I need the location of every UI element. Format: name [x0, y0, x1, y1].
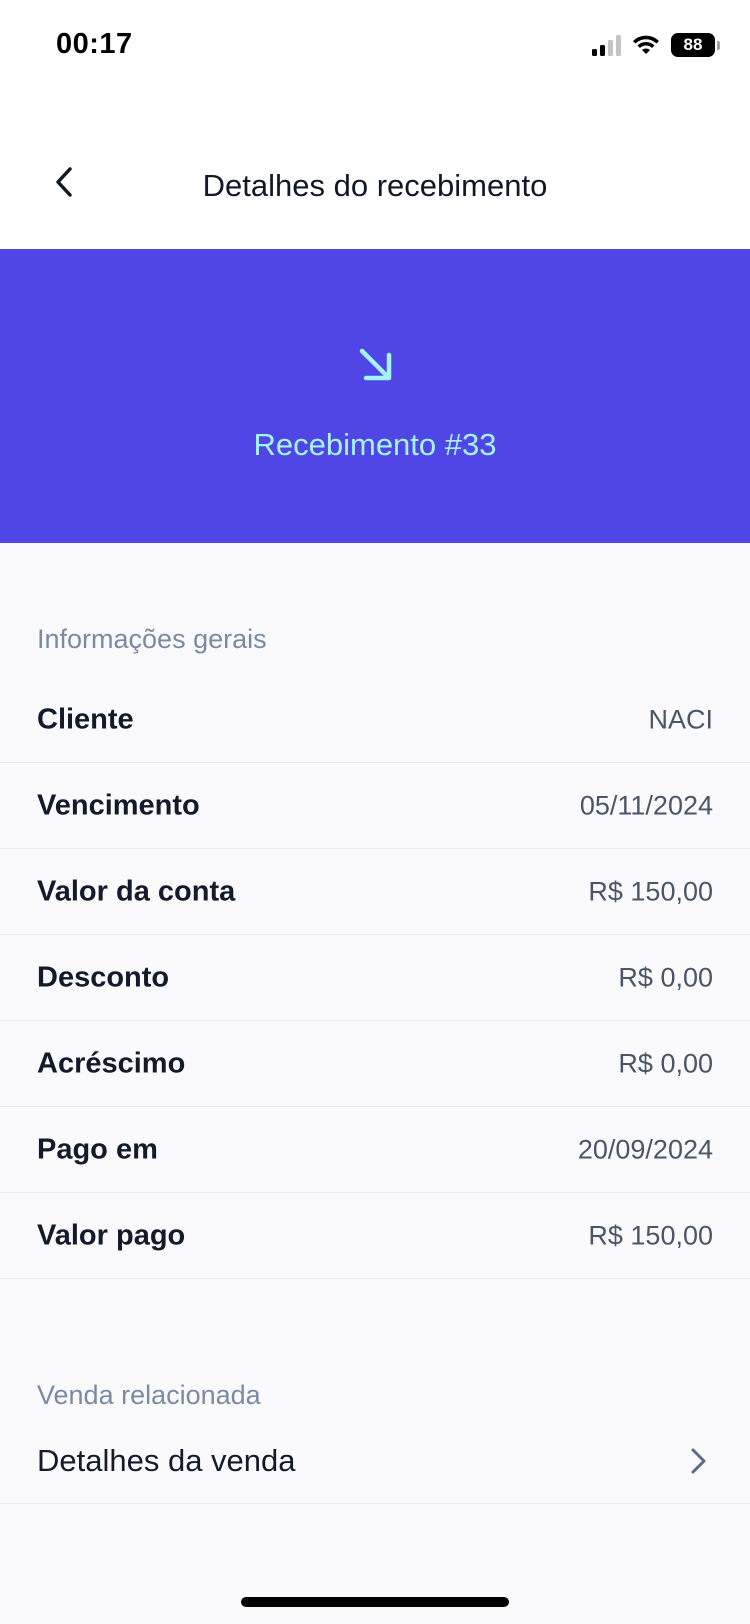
info-row-valor-da-conta: Valor da conta R$ 150,00 — [0, 849, 750, 935]
signal-icon — [592, 34, 621, 56]
info-value: R$ 0,00 — [618, 962, 713, 992]
status-time: 00:17 — [56, 28, 133, 60]
info-key: Cliente — [37, 703, 134, 735]
screen: 00:17 88 Detalhes do recebimento Recebim… — [0, 0, 750, 1624]
section-label-general-info: Informações gerais — [37, 624, 267, 654]
info-value: R$ 0,00 — [618, 1048, 713, 1078]
receipt-title: Recebimento #33 — [253, 427, 497, 462]
info-key: Pago em — [37, 1133, 158, 1165]
status-icons: 88 — [592, 30, 720, 60]
status-bar: 00:17 88 — [0, 0, 750, 92]
battery-icon: 88 — [671, 33, 720, 57]
info-row-cliente: Cliente NACI — [0, 677, 750, 763]
home-indicator — [241, 1597, 509, 1607]
info-key: Desconto — [37, 961, 170, 993]
sale-details-link[interactable]: Detalhes da venda — [0, 1418, 750, 1504]
info-value: R$ 150,00 — [588, 876, 713, 906]
sale-details-label: Detalhes da venda — [37, 1442, 296, 1478]
chevron-right-icon — [691, 1448, 706, 1473]
info-value: NACI — [648, 704, 713, 734]
info-value: R$ 150,00 — [588, 1220, 713, 1250]
battery-level: 88 — [671, 33, 715, 57]
info-row-valor-pago: Valor pago R$ 150,00 — [0, 1193, 750, 1279]
page-title: Detalhes do recebimento — [202, 168, 548, 203]
info-row-desconto: Desconto R$ 0,00 — [0, 935, 750, 1021]
info-key: Acréscimo — [37, 1047, 186, 1079]
wifi-icon — [633, 35, 659, 54]
info-row-pago-em: Pago em 20/09/2024 — [0, 1107, 750, 1193]
section-label-related-sale: Venda relacionada — [37, 1380, 261, 1410]
info-row-vencimento: Vencimento 05/11/2024 — [0, 763, 750, 849]
info-key: Valor da conta — [37, 875, 236, 907]
arrow-down-right-icon — [359, 348, 392, 381]
hero-banner: Recebimento #33 — [0, 249, 750, 543]
info-value: 05/11/2024 — [579, 790, 713, 820]
info-row-acrescimo: Acréscimo R$ 0,00 — [0, 1021, 750, 1107]
info-list: Cliente NACI Vencimento 05/11/2024 Valor… — [0, 677, 750, 1279]
info-value: 20/09/2024 — [577, 1134, 713, 1164]
info-key: Vencimento — [37, 789, 200, 821]
nav-header: Detalhes do recebimento — [0, 92, 750, 249]
info-key: Valor pago — [37, 1219, 186, 1251]
